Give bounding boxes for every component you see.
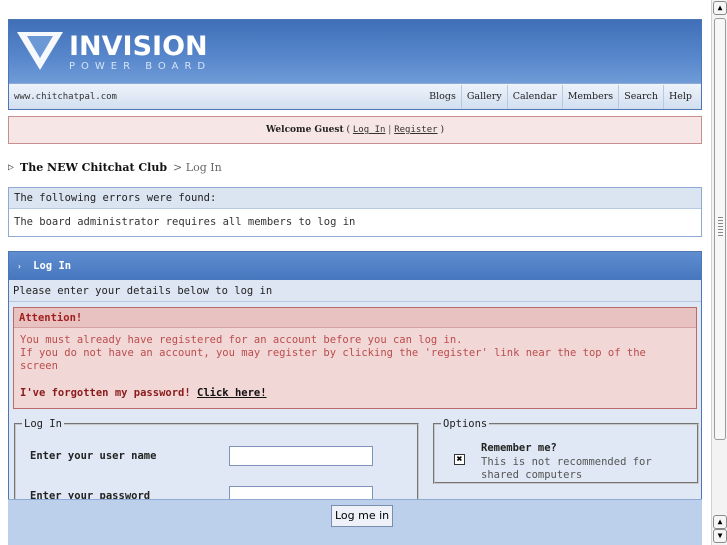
nav-help[interactable]: Help <box>662 84 697 109</box>
forgot-password-row: I've forgotten my password! Click here! <box>20 387 690 400</box>
board-header: INVISION POWER BOARD www.chitchatpal.com… <box>8 19 702 110</box>
submit-bar: Log me in <box>8 499 702 545</box>
header-banner: INVISION POWER BOARD <box>9 20 701 83</box>
remember-me-label: Remember me? <box>481 442 557 454</box>
remember-me-checkbox[interactable]: ✖ <box>454 454 465 465</box>
login-fieldset-legend: Log In <box>24 418 62 430</box>
login-body: Attention! You must already have registe… <box>9 302 701 515</box>
logo-v-icon <box>17 32 63 70</box>
forgot-password-link[interactable]: Click here! <box>197 387 267 399</box>
errors-title: The following errors were found: <box>9 188 701 209</box>
scroll-up-icon-lower[interactable]: ▲ <box>713 515 727 529</box>
attention-line-2: If you do not have an account, you may r… <box>20 347 646 372</box>
remember-me-description: This is not recommended for shared compu… <box>481 456 652 481</box>
welcome-separator: | <box>388 125 392 135</box>
breadcrumb-current: > Log In <box>173 160 222 174</box>
register-link[interactable]: Register <box>394 125 437 135</box>
username-input[interactable] <box>229 446 373 466</box>
login-panel-title: Log In <box>33 260 72 272</box>
scroll-up-icon[interactable]: ▲ <box>713 1 727 15</box>
scrollbar-thumb[interactable] <box>714 18 726 440</box>
welcome-open-paren: ( <box>346 125 351 135</box>
nav-search[interactable]: Search <box>618 84 663 109</box>
welcome-text: Welcome Guest <box>266 125 344 135</box>
breadcrumb: ▷ The NEW Chitchat Club > Log In <box>8 159 702 175</box>
breadcrumb-home-link[interactable]: The NEW Chitchat Club <box>20 161 167 174</box>
attention-title: Attention! <box>14 308 696 328</box>
header-arrow-icon: › <box>17 262 22 271</box>
nav-members[interactable]: Members <box>561 84 618 109</box>
welcome-bar: Welcome Guest ( Log In | Register ) <box>8 116 702 144</box>
nav-calendar[interactable]: Calendar <box>506 84 562 109</box>
logo-title: INVISION <box>69 31 208 62</box>
vertical-scrollbar[interactable]: ▲ ▲ ▼ <box>711 0 727 545</box>
page-container: INVISION POWER BOARD www.chitchatpal.com… <box>8 19 702 516</box>
login-link[interactable]: Log In <box>353 125 386 135</box>
welcome-close-paren: ) <box>440 125 444 135</box>
nav-gallery[interactable]: Gallery <box>460 84 507 109</box>
attention-box: Attention! You must already have registe… <box>13 307 697 409</box>
nav-blogs[interactable]: Blogs <box>424 85 461 109</box>
breadcrumb-arrow-icon: ▷ <box>8 161 15 173</box>
top-navbar: www.chitchatpal.com Blogs Gallery Calend… <box>9 83 701 109</box>
scrollbar-grip <box>718 217 723 237</box>
attention-line-1: You must already have registered for an … <box>20 334 463 346</box>
login-subheading: Please enter your details below to log i… <box>9 280 701 302</box>
options-fieldset: Options ✖ Remember me? This is not recom… <box>433 418 699 484</box>
log-me-in-button[interactable]: Log me in <box>331 505 394 527</box>
site-url-link[interactable]: www.chitchatpal.com <box>14 92 117 102</box>
login-panel-header: › Log In <box>9 252 701 280</box>
scroll-down-icon[interactable]: ▼ <box>713 529 727 543</box>
errors-box: The following errors were found: The boa… <box>8 187 702 237</box>
logo-subtitle: POWER BOARD <box>69 61 212 72</box>
nav-links: Blogs Gallery Calendar Members Search He… <box>424 84 697 109</box>
login-panel: › Log In Please enter your details below… <box>8 251 702 516</box>
errors-message: The board administrator requires all mem… <box>9 209 701 236</box>
username-label: Enter your user name <box>30 450 157 462</box>
forgot-password-text: I've forgotten my password! <box>20 387 191 399</box>
invision-logo[interactable]: INVISION POWER BOARD <box>17 32 211 73</box>
options-legend: Options <box>443 418 488 430</box>
